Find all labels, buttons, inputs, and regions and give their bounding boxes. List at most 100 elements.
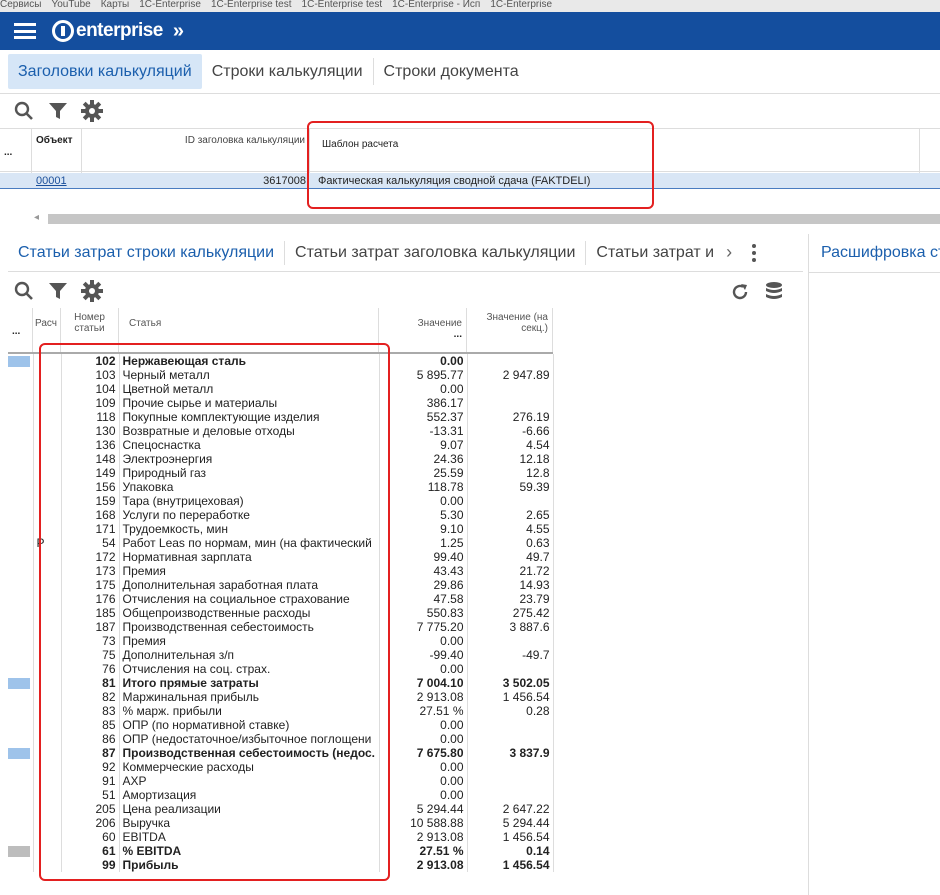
table-row[interactable]: 171 Трудоемкость, мин 9.10 4.55 bbox=[8, 522, 554, 536]
table-row[interactable]: 149 Природный газ 25.59 12.8 bbox=[8, 466, 554, 480]
tab-calc-headers[interactable]: Заголовки калькуляций bbox=[8, 54, 202, 89]
bookmark-item[interactable]: 1C-Enterprise test bbox=[302, 0, 383, 10]
row-marker[interactable] bbox=[8, 508, 34, 522]
row-marker[interactable] bbox=[8, 676, 34, 690]
hamburger-menu-icon[interactable] bbox=[14, 23, 36, 39]
filter-icon[interactable] bbox=[46, 279, 70, 303]
table-row[interactable]: 175 Дополнительная заработная плата 29.86 1… bbox=[8, 578, 554, 592]
table-row[interactable]: 103 Черный металл 5 895.77 2 947.89 bbox=[8, 368, 554, 382]
bookmark-item[interactable]: YouTube bbox=[51, 0, 90, 10]
scrollbar-thumb[interactable] bbox=[48, 214, 940, 224]
tab-cost-items-more[interactable]: Статьи затрат и bbox=[586, 241, 724, 265]
table-row[interactable]: 81 Итого прямые затраты 7 004.10 3 502.05 bbox=[8, 676, 554, 690]
tab-header-cost-items[interactable]: Статьи затрат заголовка калькуляции bbox=[285, 240, 587, 265]
double-chevron-right-icon[interactable]: » bbox=[173, 20, 184, 43]
row-marker[interactable] bbox=[8, 452, 34, 466]
table-row[interactable]: 185 Общепроизводственные расходы 550.83 275… bbox=[8, 606, 554, 620]
more-vertical-icon[interactable] bbox=[752, 243, 757, 262]
table-row[interactable]: P 54 Работ Leas по нормам, мин (на фактиче… bbox=[8, 536, 554, 550]
row-marker[interactable] bbox=[8, 774, 34, 788]
scroll-left-icon[interactable]: ◂ bbox=[34, 212, 39, 223]
row-marker[interactable] bbox=[8, 354, 34, 368]
table-row[interactable]: 156 Упаковка 118.78 59.39 bbox=[8, 480, 554, 494]
row-marker[interactable] bbox=[8, 802, 34, 816]
row-marker[interactable] bbox=[8, 578, 34, 592]
table-row[interactable]: 73 Премия 0.00 bbox=[8, 634, 554, 648]
row-marker[interactable] bbox=[8, 690, 34, 704]
table-row[interactable]: 83% марж. прибыли 27.51 % 0.28 bbox=[8, 704, 554, 718]
row-marker[interactable] bbox=[8, 522, 34, 536]
table-row[interactable]: 99 Прибыль 2 913.08 1 456.54 bbox=[8, 858, 554, 872]
filter-icon[interactable] bbox=[46, 99, 70, 123]
column-options-button[interactable]: ... bbox=[8, 308, 33, 352]
row-marker[interactable] bbox=[8, 480, 34, 494]
row-marker[interactable] bbox=[8, 648, 34, 662]
row-marker[interactable] bbox=[8, 718, 34, 732]
column-header-template[interactable]: Шаблон расчета bbox=[310, 129, 920, 173]
row-marker[interactable] bbox=[8, 620, 34, 634]
gear-icon[interactable] bbox=[80, 279, 104, 303]
right-panel-title[interactable]: Расшифровка ст bbox=[821, 244, 940, 262]
table-row[interactable]: 75 Дополнительная з/п -99.40 -49.7 bbox=[8, 648, 554, 662]
table-row[interactable]: 173 Премия 43.43 21.72 bbox=[8, 564, 554, 578]
table-row[interactable]: 168 Услуги по переработке 5.30 2.65 bbox=[8, 508, 554, 522]
table-row[interactable]: 82 Маржинальная прибыль 2 913.08 1 456.54 bbox=[8, 690, 554, 704]
table-row[interactable]: 104 Цветной металл 0.00 bbox=[8, 382, 554, 396]
table-row[interactable]: 86 ОПР (недостаточное/избыточное поглощен… bbox=[8, 732, 554, 746]
row-marker[interactable] bbox=[8, 732, 34, 746]
search-icon[interactable] bbox=[12, 279, 36, 303]
database-icon[interactable] bbox=[762, 280, 786, 304]
table-row[interactable]: 87 Производственная себестоимость (недос.… bbox=[8, 746, 554, 760]
row-marker[interactable] bbox=[8, 760, 34, 774]
bookmark-item[interactable]: Карты bbox=[101, 0, 130, 10]
tab-line-cost-items[interactable]: Статьи затрат строки калькуляции bbox=[8, 240, 286, 265]
table-row[interactable]: 76 Отчисления на соц. страх. 0.00 bbox=[8, 662, 554, 676]
table-row[interactable]: 91 АХР 0.00 bbox=[8, 774, 554, 788]
column-header-number[interactable]: Номер статьи bbox=[61, 308, 119, 352]
row-marker[interactable] bbox=[8, 382, 34, 396]
table-row[interactable]: 136 Спецоснастка 9.07 4.54 bbox=[8, 438, 554, 452]
table-row[interactable]: 118 Покупные комплектующие изделия 552.37 2… bbox=[8, 410, 554, 424]
table-row[interactable]: 00001 3617008 Фактическая калькуляция св… bbox=[0, 173, 940, 189]
column-header-value[interactable]: Значение ... bbox=[379, 308, 467, 352]
brand-logo[interactable]: enterprise bbox=[52, 20, 163, 42]
row-marker[interactable] bbox=[8, 844, 34, 858]
column-header-id[interactable]: ID заголовка калькуляции bbox=[82, 129, 310, 173]
table-row[interactable]: 172 Нормативная зарплата 99.40 49.7 bbox=[8, 550, 554, 564]
row-marker[interactable] bbox=[8, 746, 34, 760]
row-marker[interactable] bbox=[8, 830, 34, 844]
row-marker[interactable] bbox=[8, 494, 34, 508]
column-header-calc[interactable]: Расч bbox=[33, 308, 61, 352]
tab-calc-lines[interactable]: Строки калькуляции bbox=[202, 58, 374, 85]
row-marker[interactable] bbox=[8, 424, 34, 438]
row-marker[interactable] bbox=[8, 634, 34, 648]
row-marker[interactable] bbox=[8, 396, 34, 410]
bookmark-item[interactable]: 1C-Enterprise bbox=[490, 0, 552, 10]
bookmark-item[interactable]: 1C-Enterprise bbox=[139, 0, 201, 10]
bookmark-item[interactable]: 1C-Enterprise - Исп bbox=[392, 0, 480, 10]
search-icon[interactable] bbox=[12, 99, 36, 123]
column-header-object[interactable]: Объект bbox=[32, 129, 82, 173]
column-options-button[interactable]: ... bbox=[0, 129, 32, 173]
gear-icon[interactable] bbox=[80, 99, 104, 123]
column-header-sec-value[interactable]: Значение (на секц.) bbox=[467, 308, 553, 352]
row-marker[interactable] bbox=[8, 788, 34, 802]
column-header-item[interactable]: Статья bbox=[119, 308, 379, 352]
table-row[interactable]: 176 Отчисления на социальное страхование 4… bbox=[8, 592, 554, 606]
row-marker[interactable] bbox=[8, 858, 34, 872]
row-marker[interactable] bbox=[8, 592, 34, 606]
horizontal-scrollbar[interactable]: ◂ bbox=[30, 212, 940, 224]
row-marker[interactable] bbox=[8, 606, 34, 620]
table-row[interactable]: 159 Тара (внутрицеховая) 0.00 bbox=[8, 494, 554, 508]
row-marker[interactable] bbox=[8, 550, 34, 564]
row-marker[interactable] bbox=[8, 662, 34, 676]
table-row[interactable]: 206 Выручка 10 588.88 5 294.44 bbox=[8, 816, 554, 830]
row-marker[interactable] bbox=[8, 410, 34, 424]
object-link[interactable]: 00001 bbox=[36, 175, 67, 187]
row-marker[interactable] bbox=[8, 536, 34, 550]
table-row[interactable]: 187 Производственная себестоимость 7 775.2… bbox=[8, 620, 554, 634]
bookmark-item[interactable]: Сервисы bbox=[0, 0, 41, 10]
row-marker[interactable] bbox=[8, 704, 34, 718]
tab-document-lines[interactable]: Строки документа bbox=[374, 58, 529, 85]
table-row[interactable]: 60 EBITDA 2 913.08 1 456.54 bbox=[8, 830, 554, 844]
